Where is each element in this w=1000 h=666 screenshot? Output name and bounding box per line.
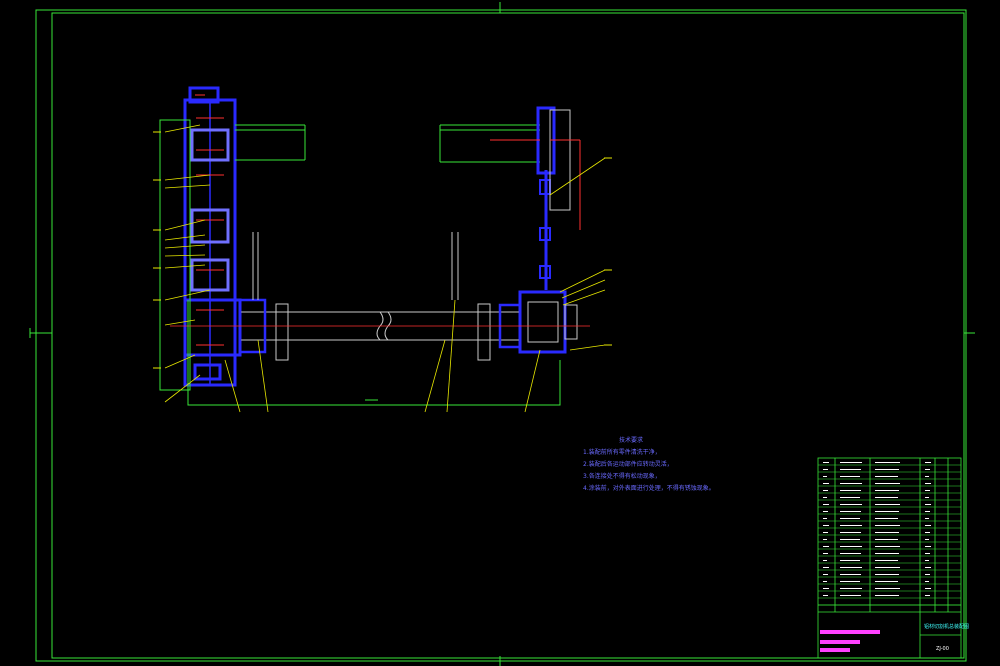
inner-frame (51, 12, 965, 659)
saw-blades (252, 232, 459, 300)
signature-area (820, 630, 880, 652)
right-gearbox (518, 290, 578, 354)
registration-mark-icon (29, 2, 975, 666)
right-vertical-column (536, 106, 556, 290)
notes-line: 3.各连接处不得有松动现象， (583, 473, 661, 480)
drawing-name: 铝材切割机总装配图 (924, 623, 969, 630)
right-beam (439, 124, 540, 163)
notes-line: 1.装配前所有零件清洗干净， (583, 449, 661, 456)
main-shaft (238, 298, 522, 361)
parts-list-rows (818, 464, 961, 606)
right-motor-box (490, 109, 581, 230)
notes-line: 2.装配后各运动部件应转动灵活， (583, 461, 673, 468)
cad-drawing-canvas: 铝材切割机总装配图 ZJ-00 (29, 2, 975, 666)
parts-list-entries (823, 462, 931, 596)
drawing-number: ZJ-00 (936, 646, 949, 652)
notes-title: 技术要求 (619, 437, 644, 444)
notes-line: 4.涂装前，对外表面进行处理，不得有锈蚀现象。 (583, 485, 715, 492)
left-beam (159, 119, 306, 391)
leader-tick-labels (153, 131, 612, 369)
